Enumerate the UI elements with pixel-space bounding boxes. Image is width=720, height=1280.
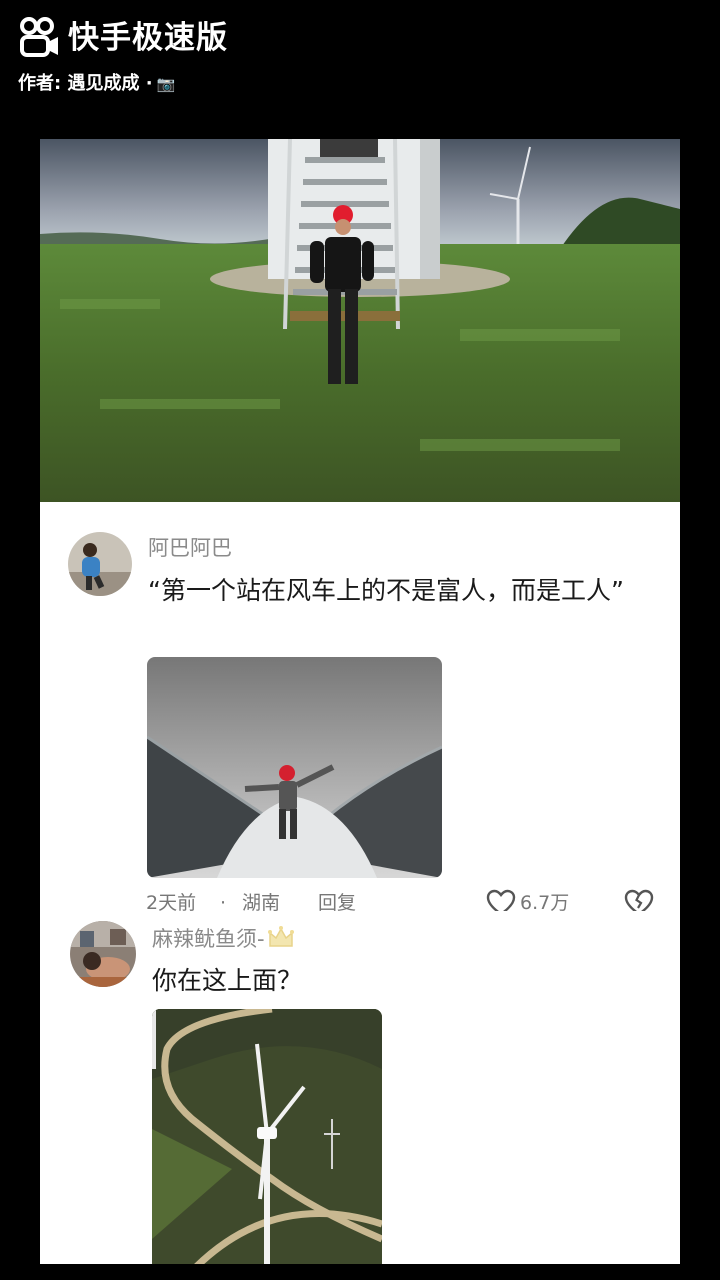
comment-image[interactable]: [152, 1009, 382, 1264]
reply-button[interactable]: 回复: [318, 892, 356, 911]
comment-username[interactable]: 麻辣鱿鱼须-: [152, 925, 265, 953]
author-text: 作者: 遇见成成 ·: [18, 73, 153, 94]
like-count: 6.7万: [520, 892, 570, 911]
comment-text: 你在这上面？: [152, 966, 303, 995]
comment-time: 2天前: [146, 892, 197, 911]
comment-image[interactable]: [147, 657, 442, 878]
avatar[interactable]: [70, 921, 136, 987]
meta-dot: ·: [220, 892, 227, 911]
main-photo: [40, 139, 680, 502]
comment-user-row: 麻辣鱿鱼须-: [152, 924, 295, 954]
comments-panel: 阿巴阿巴 “第一个站在风车上的不是富人，而是工人” 2天前 · 湖南 回复 6.…: [40, 502, 680, 1264]
comment-location: 湖南: [242, 892, 281, 911]
comment-text: “第一个站在风车上的不是富人，而是工人”: [148, 576, 624, 605]
author-label: 作者: 遇见成成 · 📷: [18, 72, 175, 96]
heart-icon[interactable]: [486, 889, 516, 911]
camera-emoji-icon: 📷: [156, 75, 176, 93]
crown-icon: [267, 924, 295, 954]
app-name: 快手极速版: [68, 20, 228, 56]
comment-meta-row: 2天前 · 湖南 回复 6.7万: [146, 889, 680, 911]
kuaishou-logo-icon: [18, 15, 62, 61]
comment-username[interactable]: 阿巴阿巴: [148, 534, 232, 562]
avatar[interactable]: [68, 532, 132, 596]
broken-heart-icon[interactable]: [624, 889, 654, 911]
